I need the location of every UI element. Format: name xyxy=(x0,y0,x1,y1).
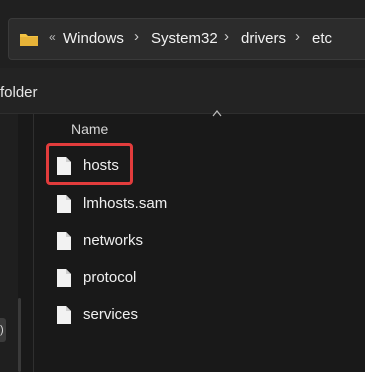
breadcrumb-separator-icon[interactable]: › xyxy=(224,28,229,45)
file-icon xyxy=(57,306,71,324)
file-icon xyxy=(57,269,71,287)
toolbar: folder xyxy=(0,68,365,114)
breadcrumb-etc[interactable]: etc xyxy=(312,30,332,47)
more-breadcrumbs-chevron[interactable]: « xyxy=(49,30,56,44)
address-bar[interactable]: « Windows › System32 › drivers › etc xyxy=(8,18,365,60)
file-name: protocol xyxy=(83,269,137,286)
navigation-scrollbar[interactable] xyxy=(18,298,21,372)
pane-divider[interactable] xyxy=(33,114,34,372)
file-icon xyxy=(57,195,71,213)
file-icon xyxy=(57,232,71,250)
file-name: lmhosts.sam xyxy=(83,195,168,212)
breadcrumb-separator-icon[interactable]: › xyxy=(134,28,139,45)
sort-up-icon xyxy=(212,110,222,117)
file-name: services xyxy=(83,306,139,323)
folder-icon xyxy=(20,34,38,46)
breadcrumb-separator-icon[interactable]: › xyxy=(295,28,300,45)
toolbar-folder-label[interactable]: folder xyxy=(0,84,38,101)
breadcrumb-system32[interactable]: System32 xyxy=(151,30,218,47)
navigation-item-text: ) xyxy=(0,324,4,336)
highlight-box xyxy=(46,143,133,185)
breadcrumb-drivers[interactable]: drivers xyxy=(241,30,286,47)
breadcrumb-windows[interactable]: Windows xyxy=(63,30,124,47)
file-name: networks xyxy=(83,232,144,249)
column-header-name[interactable]: Name xyxy=(71,121,108,137)
